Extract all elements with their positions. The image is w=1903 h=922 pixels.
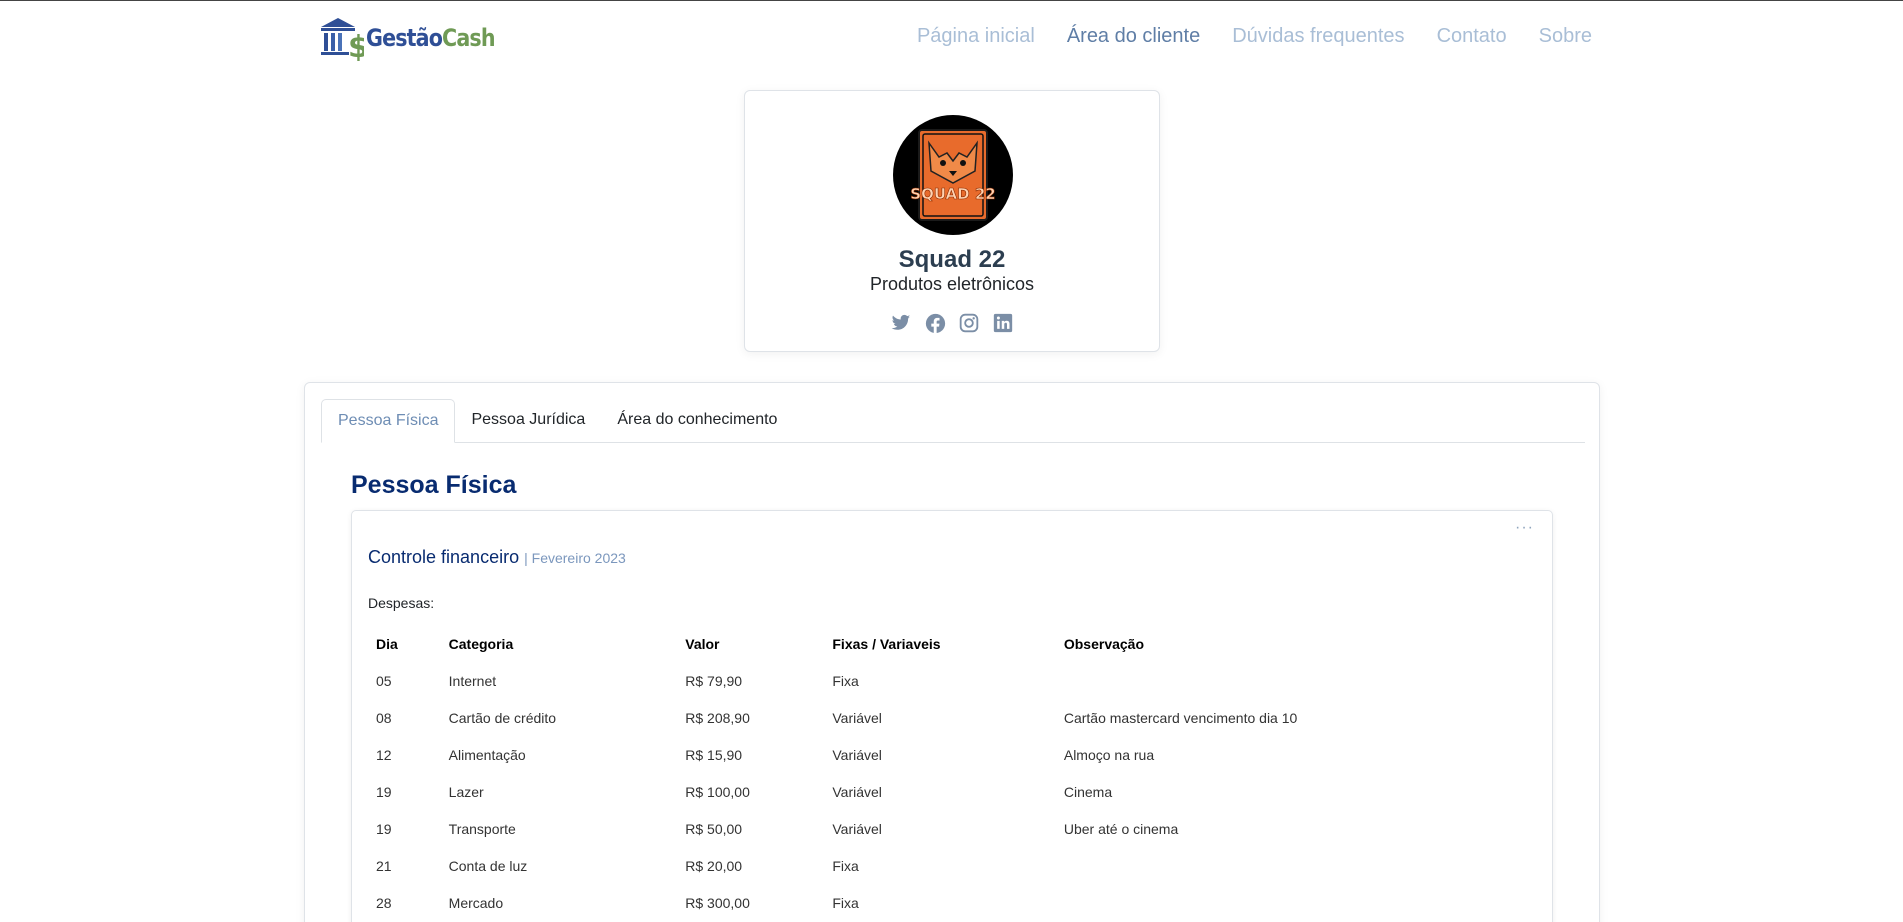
facebook-icon[interactable]: [924, 312, 946, 334]
cell-observacao: Cartão mastercard vencimento dia 10: [1063, 709, 1298, 726]
column-header-observacao: Observação: [1063, 635, 1145, 652]
section-title: Pessoa Física: [351, 471, 517, 499]
cell-categoria: Transporte: [448, 820, 516, 837]
tab-pessoa-juridica[interactable]: Pessoa Jurídica: [455, 399, 601, 443]
bank-dollar-icon: $: [321, 18, 364, 61]
cell-valor: R$ 208,90: [685, 709, 750, 726]
cell-dia: 21: [376, 857, 392, 874]
cell-categoria: Lazer: [448, 783, 484, 800]
nav-home[interactable]: Página inicial: [917, 25, 1035, 48]
cell-valor: R$ 79,90: [685, 672, 743, 689]
cell-categoria: Internet: [448, 672, 497, 689]
card-title: Controle financeiro | Fevereiro 2023: [368, 547, 626, 568]
avatar: SQUAD 22: [893, 115, 1013, 235]
twitter-icon[interactable]: [890, 312, 912, 334]
expenses-label: Despesas:: [368, 595, 435, 611]
column-header-tipo: Fixas / Variaveis: [832, 635, 941, 652]
tab-bar: Pessoa Física Pessoa Jurídica Área do co…: [321, 399, 1585, 443]
cell-observacao: Cinema: [1063, 783, 1113, 800]
expenses-table: Dia Categoria Valor Fixas / Variaveis Ob…: [368, 625, 1552, 921]
cell-dia: 19: [376, 783, 392, 800]
table-row: 08 Cartão de crédito R$ 208,90 Variável …: [368, 699, 1552, 736]
cell-dia: 19: [376, 820, 392, 837]
cell-categoria: Mercado: [448, 894, 504, 911]
cell-tipo: Variável: [832, 820, 882, 837]
content-panel: Pessoa Física Pessoa Jurídica Área do co…: [304, 382, 1600, 922]
table-header-row: Dia Categoria Valor Fixas / Variaveis Ob…: [368, 625, 1552, 662]
table-row: 21 Conta de luz R$ 20,00 Fixa: [368, 847, 1552, 884]
tab-pessoa-fisica[interactable]: Pessoa Física: [321, 399, 456, 443]
cell-observacao: [1056, 884, 1552, 921]
profile-description: Produtos eletrônicos: [869, 274, 1035, 294]
cell-tipo: Fixa: [832, 672, 859, 689]
brand-logo[interactable]: $ GestãoCash: [318, 15, 516, 61]
more-options-icon[interactable]: ···: [1515, 519, 1534, 537]
table-row: 05 Internet R$ 79,90 Fixa: [368, 662, 1552, 699]
column-header-categoria: Categoria: [448, 635, 514, 652]
cell-valor: R$ 100,00: [685, 783, 750, 800]
table-row: 28 Mercado R$ 300,00 Fixa: [368, 884, 1552, 921]
cell-categoria: Cartão de crédito: [448, 709, 557, 726]
main-nav: Página inicial Área do cliente Dúvidas f…: [885, 25, 1592, 48]
cell-categoria: Conta de luz: [448, 857, 528, 874]
cell-categoria: Alimentação: [448, 746, 526, 763]
cell-observacao: Almoço na rua: [1063, 746, 1155, 763]
cell-tipo: Variável: [832, 709, 882, 726]
finance-card: ··· Controle financeiro | Fevereiro 2023…: [351, 510, 1553, 922]
column-header-valor: Valor: [685, 635, 720, 652]
nav-about[interactable]: Sobre: [1539, 25, 1592, 48]
profile-card: SQUAD 22 Squad 22 Produtos eletrônicos: [744, 90, 1160, 352]
site-header: $ GestãoCash Página inicial Área do clie…: [0, 1, 1903, 77]
cell-dia: 28: [376, 894, 392, 911]
nav-client-area[interactable]: Área do cliente: [1067, 25, 1200, 48]
cell-dia: 08: [376, 709, 392, 726]
svg-text:SQUAD 22: SQUAD 22: [910, 185, 995, 203]
cell-valor: R$ 20,00: [685, 857, 743, 874]
card-subtitle: | Fevereiro 2023: [524, 550, 626, 566]
cell-tipo: Fixa: [832, 894, 859, 911]
cell-observacao: [1056, 662, 1552, 699]
cell-valor: R$ 300,00: [685, 894, 750, 911]
social-links: [745, 312, 1159, 334]
cell-observacao: Uber até o cinema: [1063, 820, 1179, 837]
cell-valor: R$ 50,00: [685, 820, 743, 837]
cell-tipo: Fixa: [832, 857, 859, 874]
tab-area-conhecimento[interactable]: Área do conhecimento: [601, 399, 793, 443]
cell-valor: R$ 15,90: [685, 746, 743, 763]
column-header-dia: Dia: [376, 635, 398, 652]
table-row: 12 Alimentação R$ 15,90 Variável Almoço …: [368, 736, 1552, 773]
cell-tipo: Variável: [832, 783, 882, 800]
svg-text:$: $: [348, 30, 364, 61]
nav-contact[interactable]: Contato: [1437, 25, 1507, 48]
cell-dia: 12: [376, 746, 392, 763]
cell-dia: 05: [376, 672, 392, 689]
nav-faq[interactable]: Dúvidas frequentes: [1232, 25, 1404, 48]
linkedin-icon[interactable]: [992, 312, 1014, 334]
profile-name: Squad 22: [898, 246, 1006, 273]
instagram-icon[interactable]: [958, 312, 980, 334]
table-row: 19 Transporte R$ 50,00 Variável Uber até…: [368, 810, 1552, 847]
cell-tipo: Variável: [832, 746, 882, 763]
brand-name: GestãoCash: [366, 24, 496, 52]
card-title-text: Controle financeiro: [368, 547, 520, 567]
cell-observacao: [1056, 847, 1552, 884]
table-row: 19 Lazer R$ 100,00 Variável Cinema: [368, 773, 1552, 810]
